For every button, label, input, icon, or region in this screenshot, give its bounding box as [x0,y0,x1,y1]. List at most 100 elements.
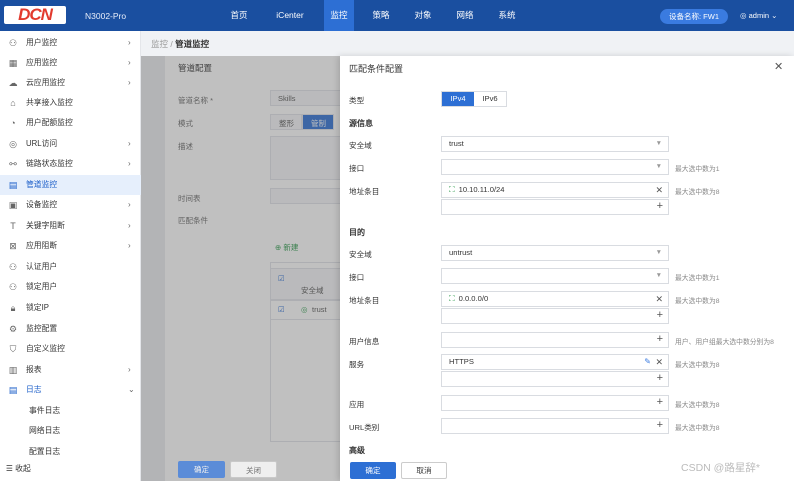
sidebar-item-url-access[interactable]: ◎ URL访问 › [0,134,141,154]
advanced-heading[interactable]: 高级 [349,445,365,456]
service-label: 服务 [349,360,365,369]
breadcrumb-parent[interactable]: 监控 [151,39,168,49]
plus-icon[interactable]: + [657,333,663,346]
device-icon: ▣ [8,200,18,210]
chevron-down-icon: ▼ [655,249,662,256]
sidebar-item-custom-monitor[interactable]: ⛉ 自定义监控 [0,339,141,359]
sidebar-item-cloud-app-monitor[interactable]: ☁ 云应用监控 › [0,73,141,93]
plus-icon[interactable]: + [657,372,663,385]
collapse-icon: ☰ [6,464,13,473]
url-category-add[interactable]: + [441,418,669,434]
cancel-button[interactable]: 取消 [401,462,447,479]
plus-icon[interactable]: + [657,309,663,322]
dest-zone-label: 安全域 [349,250,372,259]
user-info-add[interactable]: + [441,332,669,348]
source-interface-select[interactable]: ▼ [441,159,669,175]
service-entry: HTTPS ✎ ✕ [441,354,669,370]
source-heading: 源信息 [349,119,373,128]
quota-icon: ◔ [10,118,16,128]
collapse-button[interactable]: ☰ 收起 [6,463,31,474]
chevron-down-icon: ▼ [655,272,662,279]
plus-icon[interactable]: + [657,419,663,432]
sidebar-item-link-status[interactable]: ⚯ 链路状态监控 › [0,154,141,174]
sidebar-item-shared-access[interactable]: ⌂ 共享接入监控 [0,93,141,113]
nav-object[interactable]: 对象 [408,0,438,31]
chevron-down-icon: ▼ [655,140,662,147]
nav-system[interactable]: 系统 [492,0,522,31]
sidebar-item-log[interactable]: ▤ 日志 ⌄ [0,380,141,400]
sidebar-item-event-log[interactable]: 事件日志 [0,401,141,421]
network-icon: ⛶ [449,185,455,194]
sidebar-item-pipe-monitor[interactable]: ▤ 管道监控 [0,175,141,196]
user-menu[interactable]: ◎ admin ⌄ [740,11,777,20]
source-zone-select[interactable]: trust ▼ [441,136,669,152]
source-zone-label: 安全域 [349,141,372,150]
pipe-close-button[interactable]: 关闭 [230,461,277,478]
breadcrumb-current: 管道监控 [175,39,210,49]
sidebar-item-locked-ip[interactable]: 🔒︎ 锁定IP [0,298,141,318]
top-bar: DCN N3002-Pro 首页 iCenter 监控 策略 对象 网络 系统 … [0,0,794,31]
sidebar-item-keyword-block[interactable]: T 关键字阻断 › [0,216,141,236]
dest-interface-select[interactable]: ▼ [441,268,669,284]
application-add[interactable]: + [441,395,669,411]
nav-monitor[interactable]: 监控 [324,0,354,31]
remove-icon[interactable]: ✕ [655,355,663,369]
pipe-icon: ▤ [8,180,18,190]
url-category-label: URL类别 [349,423,380,432]
log-icon: ▤ [8,385,18,395]
user-info-hint: 用户、用户组最大选中数分别为8 [675,339,774,346]
nav-home[interactable]: 首页 [222,0,256,31]
source-address-entry: ⛶ 10.10.11.0/24 ✕ [441,182,669,198]
dest-address-add[interactable]: + [441,308,669,324]
close-icon[interactable]: ✕ [774,60,783,73]
service-hint: 最大选中数为8 [675,362,720,369]
remove-icon[interactable]: ✕ [655,292,663,306]
pipe-confirm-button[interactable]: 确定 [178,461,225,478]
lock-user-icon: ⚇ [8,282,18,292]
chevron-down-icon: ⌄ [771,11,778,20]
drawer-title: 匹配条件配置 [349,64,404,74]
url-icon: ◎ [9,139,17,149]
sidebar-item-monitor-config[interactable]: ⚙ 监控配置 [0,319,141,339]
sidebar-item-user-quota[interactable]: ◔ 用户配额监控 [0,113,141,133]
dest-zone-select[interactable]: untrust ▼ [441,245,669,261]
sidebar-item-auth-user[interactable]: ⚇ 认证用户 [0,257,141,277]
nav-network[interactable]: 网络 [450,0,480,31]
sidebar-item-app-block[interactable]: ⊠ 应用阻断 › [0,236,141,256]
nav-icenter[interactable]: iCenter [266,0,314,31]
edit-icon[interactable]: ✎ [644,355,651,369]
dest-address-label: 地址条目 [349,296,380,305]
sidebar-item-network-log[interactable]: 网络日志 [0,421,141,441]
sidebar-item-device-monitor[interactable]: ▣ 设备监控 › [0,195,141,215]
source-address-add[interactable]: + [441,199,669,215]
cloud-icon: ☁ [8,78,18,88]
source-interface-hint: 最大选中数为1 [675,166,720,173]
main-nav: 首页 iCenter 监控 策略 对象 网络 系统 [222,0,522,31]
sidebar-item-user-monitor[interactable]: ⚇ 用户监控 › [0,33,141,53]
dest-interface-label: 接口 [349,273,365,282]
nav-policy[interactable]: 策略 [366,0,396,31]
dest-interface-hint: 最大选中数为1 [675,275,720,282]
plus-icon[interactable]: + [657,200,663,213]
plus-icon[interactable]: + [657,396,663,409]
ipv4-option[interactable]: IPv4 [442,92,474,106]
brand-logo: DCN [4,6,66,24]
watermark: CSDN @路星辞* [681,462,760,474]
source-interface-label: 接口 [349,164,365,173]
custom-icon: ⛉ [9,344,17,354]
ipv6-option[interactable]: IPv6 [474,92,506,106]
remove-icon[interactable]: ✕ [655,183,663,197]
sidebar-item-locked-user[interactable]: ⚇ 锁定用户 [0,277,141,297]
sidebar-item-config-log[interactable]: 配置日志 [0,442,141,462]
lock-icon: 🔒︎ [10,303,16,313]
service-add[interactable]: + [441,371,669,387]
user-icon: ⚇ [8,38,18,48]
device-name-button[interactable]: 设备名称: FW1 [660,9,728,24]
source-address-hint: 最大选中数为8 [675,189,720,196]
confirm-button[interactable]: 确定 [350,462,396,479]
block-icon: ⊠ [9,241,17,251]
sidebar-item-report[interactable]: ▥ 报表 › [0,360,141,380]
share-icon: ⌂ [10,98,16,108]
source-address-label: 地址条目 [349,187,380,196]
sidebar-item-app-monitor[interactable]: ▦ 应用监控 › [0,53,141,73]
